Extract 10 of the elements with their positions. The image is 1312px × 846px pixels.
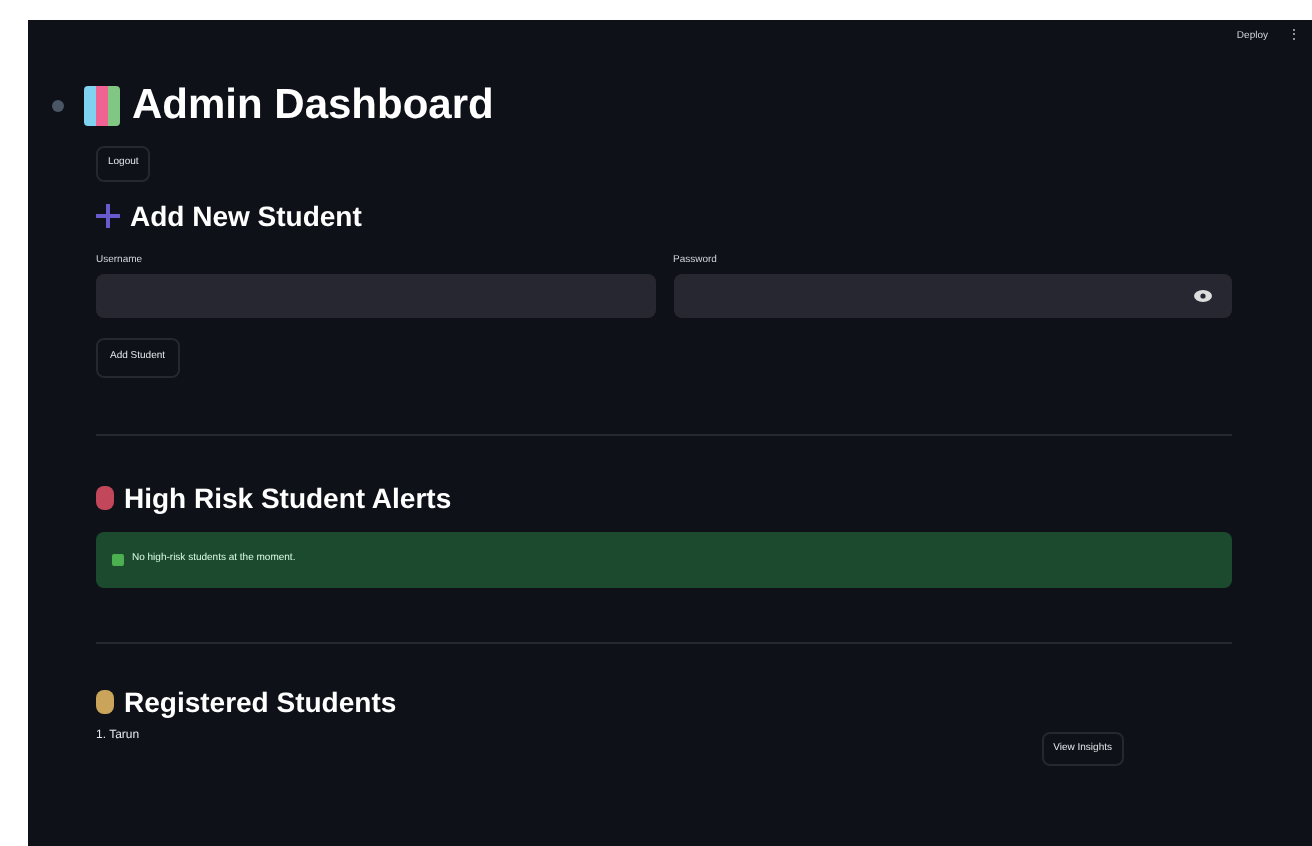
eye-icon[interactable] <box>1194 290 1212 302</box>
check-icon <box>112 553 124 565</box>
section-heading: Registered Students <box>124 687 397 715</box>
plus-icon <box>96 203 120 227</box>
password-field[interactable] <box>673 274 1232 318</box>
section-heading: High Risk Student Alerts <box>124 483 452 511</box>
section-heading: Add New Student <box>130 201 362 229</box>
page-title: Admin Dashboard <box>132 84 494 126</box>
username-field[interactable] <box>96 274 655 318</box>
bar-chart-icon <box>84 85 120 125</box>
